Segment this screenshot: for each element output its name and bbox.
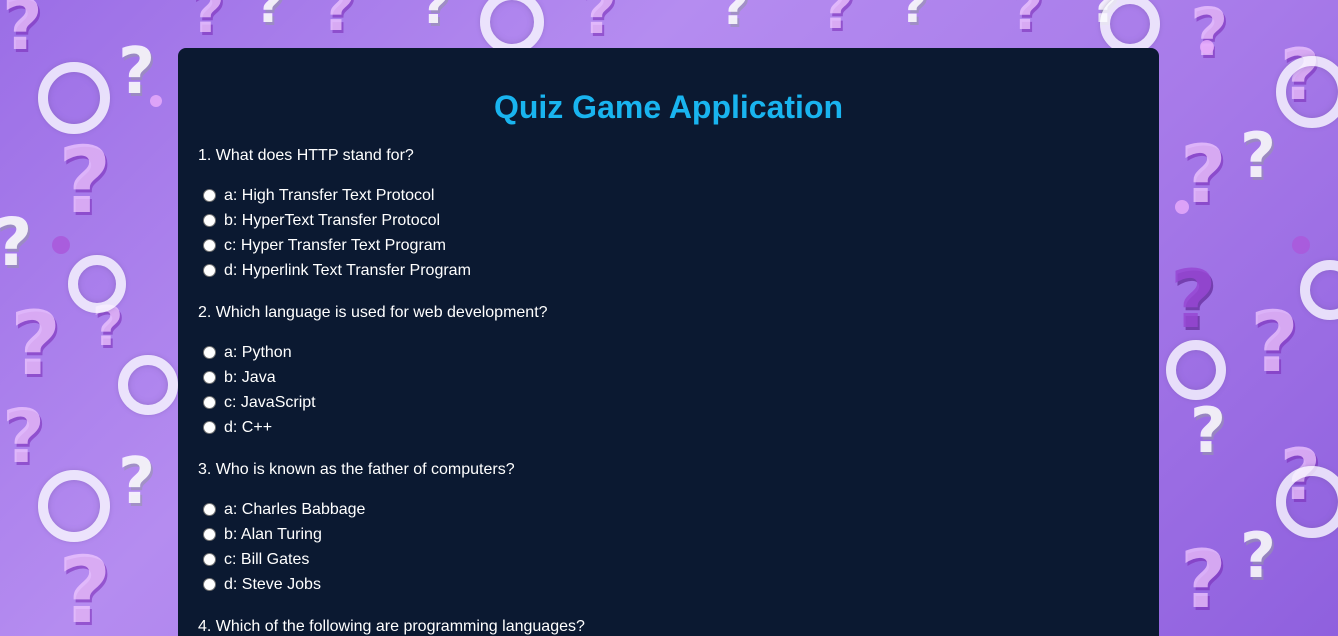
answer-option-label: d: Steve Jobs <box>224 576 321 593</box>
answer-options: a: High Transfer Text Protocol b: HyperTe… <box>198 166 1139 283</box>
question-block: 1. What does HTTP stand for? a: High Tran… <box>198 126 1139 283</box>
answer-option-label: c: Hyper Transfer Text Program <box>224 237 446 254</box>
question-block: 3. Who is known as the father of compute… <box>198 440 1139 597</box>
dot-decoration <box>1200 40 1214 54</box>
answer-radio[interactable] <box>203 346 216 359</box>
answer-option-label: d: Hyperlink Text Transfer Program <box>224 262 471 279</box>
answer-option[interactable]: b: Alan Turing <box>198 522 1139 547</box>
magnifier-decoration <box>1276 56 1338 128</box>
question-text: 1. What does HTTP stand for? <box>198 147 414 164</box>
answer-radio[interactable] <box>203 371 216 384</box>
answer-option-label: d: C++ <box>224 419 273 436</box>
question-mark-decoration: ? <box>190 0 225 47</box>
answer-option-label: b: HyperText Transfer Protocol <box>224 212 441 229</box>
answer-option-label: c: Bill Gates <box>224 551 310 568</box>
page-title: Quiz Game Application <box>493 89 844 125</box>
answer-option-label: c: JavaScript <box>224 394 316 411</box>
magnifier-decoration <box>480 0 544 54</box>
dot-decoration <box>1175 200 1189 214</box>
magnifier-decoration <box>118 355 178 415</box>
question-mark-decoration: ? <box>720 0 750 36</box>
answer-option[interactable]: d: C++ <box>198 415 1139 440</box>
quiz-card: Quiz Game Application 1. What does HTTP … <box>178 48 1159 636</box>
question-mark-decoration: ? <box>10 292 62 395</box>
dot-decoration <box>52 236 70 254</box>
magnifier-decoration <box>1300 260 1338 320</box>
answer-radio[interactable] <box>203 264 216 277</box>
question-mark-decoration: ? <box>2 394 45 480</box>
answer-radio[interactable] <box>203 578 216 591</box>
question-mark-decoration: ? <box>255 0 285 34</box>
answer-option-label: a: Charles Babbage <box>224 501 366 518</box>
question-mark-decoration: ? <box>1010 0 1044 43</box>
question-mark-decoration: ? <box>420 0 451 36</box>
question-mark-decoration: ? <box>1240 119 1276 192</box>
magnifier-decoration <box>38 470 110 542</box>
answer-option[interactable]: c: Hyper Transfer Text Program <box>198 233 1139 258</box>
answer-option-label: a: Python <box>224 344 292 361</box>
answer-options: a: Charles Babbage b: Alan Turing c: Bill … <box>198 480 1139 597</box>
magnifier-decoration <box>1166 340 1226 400</box>
answer-option[interactable]: a: High Transfer Text Protocol <box>198 183 1139 208</box>
answer-option[interactable]: d: Hyperlink Text Transfer Program <box>198 258 1139 283</box>
answer-option[interactable]: d: Steve Jobs <box>198 572 1139 597</box>
question-mark-decoration: ? <box>1190 0 1229 71</box>
answer-radio[interactable] <box>203 239 216 252</box>
answer-option[interactable]: a: Python <box>198 340 1139 365</box>
question-mark-decoration: ? <box>58 127 112 234</box>
dot-decoration <box>1292 236 1310 254</box>
answer-radio[interactable] <box>203 396 216 409</box>
question-mark-decoration: ? <box>2 0 43 66</box>
question-mark-decoration: ? <box>58 537 112 636</box>
answer-option[interactable]: c: JavaScript <box>198 390 1139 415</box>
answer-radio[interactable] <box>203 528 216 541</box>
question-mark-decoration: ? <box>820 0 855 43</box>
question-mark-decoration: ? <box>900 0 928 34</box>
magnifier-decoration <box>68 255 126 313</box>
question-mark-decoration: ? <box>1190 394 1226 467</box>
answer-radio[interactable] <box>203 214 216 227</box>
question-text: 2. Which language is used for web develo… <box>198 304 548 321</box>
magnifier-decoration <box>1276 466 1338 538</box>
magnifier-decoration <box>1100 0 1160 54</box>
question-block: 4. Which of the following are programmin… <box>198 597 1139 636</box>
question-mark-decoration: ? <box>0 210 32 276</box>
answer-option-label: a: High Transfer Text Protocol <box>224 187 435 204</box>
answer-radio[interactable] <box>203 421 216 434</box>
answer-option-label: b: Alan Turing <box>224 526 322 543</box>
answer-option[interactable]: a: Charles Babbage <box>198 497 1139 522</box>
question-block: 2. Which language is used for web develo… <box>198 283 1139 440</box>
question-mark-decoration: ? <box>320 0 356 45</box>
question-mark-decoration: ? <box>1180 533 1227 626</box>
question-mark-decoration: ? <box>580 0 618 49</box>
answer-radio[interactable] <box>203 503 216 516</box>
question-mark-decoration: ? <box>118 445 156 519</box>
question-mark-decoration: ? <box>1250 293 1299 391</box>
question-text: 3. Who is known as the father of compute… <box>198 461 515 478</box>
answer-radio[interactable] <box>203 189 216 202</box>
question-list: 1. What does HTTP stand for? a: High Tran… <box>198 126 1139 636</box>
answer-options: a: Python b: Java c: JavaScript d: C++ <box>198 323 1139 440</box>
answer-option-label: b: Java <box>224 369 276 386</box>
answer-radio[interactable] <box>203 553 216 566</box>
question-text: 4. Which of the following are programmin… <box>198 618 585 635</box>
answer-option[interactable]: c: Bill Gates <box>198 547 1139 572</box>
magnifier-decoration <box>38 62 110 134</box>
answer-option[interactable]: b: Java <box>198 365 1139 390</box>
question-mark-decoration: ? <box>1240 519 1276 592</box>
answer-option[interactable]: b: HyperText Transfer Protocol <box>198 208 1139 233</box>
dot-decoration <box>150 95 162 107</box>
question-mark-decoration: ? <box>118 35 156 109</box>
question-mark-decoration: ? <box>1170 253 1217 346</box>
